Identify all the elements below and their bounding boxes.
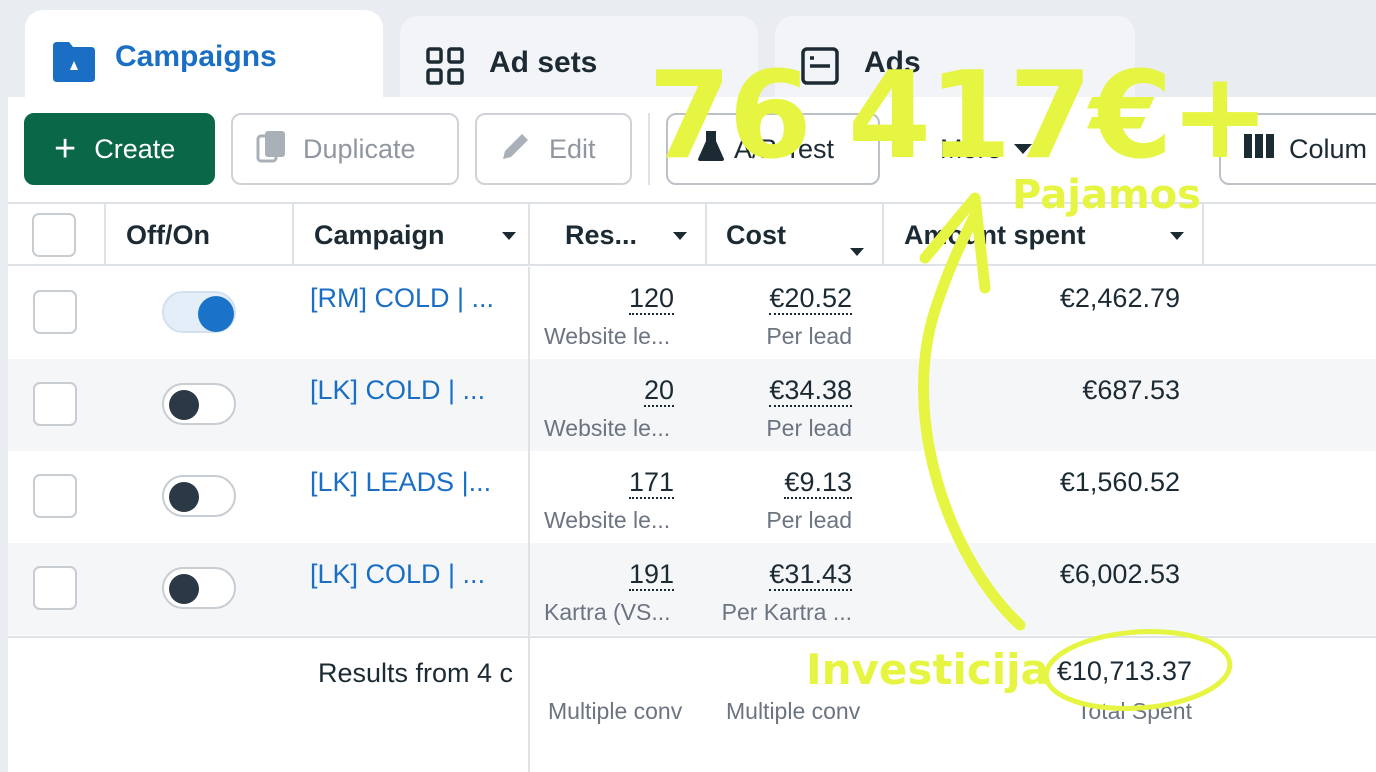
duplicate-button[interactable]: Duplicate xyxy=(231,113,459,185)
cost-value[interactable]: €20.52 xyxy=(769,283,852,315)
cost-type: Per lead xyxy=(766,323,852,349)
toggle-knob xyxy=(169,390,199,420)
campaign-name-link[interactable]: [LK] COLD | ... xyxy=(310,559,485,590)
sort-caret-icon xyxy=(850,248,864,256)
grid-icon xyxy=(425,46,471,90)
columns-label: Colum xyxy=(1289,133,1368,164)
revenue-annotation: 76 417€+ xyxy=(648,47,1270,186)
column-header-cost[interactable]: Cost xyxy=(726,204,876,266)
cost-type: Per lead xyxy=(766,415,852,441)
row-checkbox[interactable] xyxy=(33,474,77,518)
column-header-label: Campaign xyxy=(314,219,445,250)
summary-results-type: Multiple conv xyxy=(548,698,683,724)
campaign-name-link[interactable]: [LK] COLD | ... xyxy=(310,375,485,406)
sort-caret-icon xyxy=(502,232,516,240)
cost-value[interactable]: €9.13 xyxy=(784,467,852,499)
results-type: Website le... xyxy=(544,415,671,441)
table-row[interactable]: [LK] LEADS |... 171 Website le... €9.13 … xyxy=(8,451,1376,543)
amount-spent-value: €2,462.79 xyxy=(1059,283,1180,313)
row-checkbox[interactable] xyxy=(33,382,77,426)
duplicate-label: Duplicate xyxy=(303,133,416,164)
table-row[interactable]: [RM] COLD | ... 120 Website le... €20.52… xyxy=(8,267,1376,359)
amount-spent-value: €6,002.53 xyxy=(1059,559,1180,589)
folder-icon xyxy=(51,40,97,84)
toggle-knob xyxy=(198,296,234,332)
toggle-knob xyxy=(169,482,199,512)
campaign-name-link[interactable]: [LK] LEADS |... xyxy=(310,467,491,498)
total-spent-value: €10,713.37 xyxy=(1056,656,1192,686)
plus-icon: + xyxy=(54,128,77,170)
cost-type: Per Kartra ... xyxy=(721,599,852,625)
results-value[interactable]: 120 xyxy=(628,283,674,315)
create-button[interactable]: + Create xyxy=(24,113,215,185)
column-divider xyxy=(1202,204,1204,266)
pencil-icon xyxy=(499,129,533,170)
campaign-name-link[interactable]: [RM] COLD | ... xyxy=(310,283,494,314)
column-header-results[interactable]: Res... xyxy=(565,204,705,266)
campaign-toggle[interactable] xyxy=(162,291,236,333)
results-type: Kartra (VS... xyxy=(544,599,671,625)
table-row[interactable]: [LK] COLD | ... 191 Kartra (VS... €31.43… xyxy=(8,543,1376,635)
investment-label: Investicija xyxy=(806,645,1049,694)
amount-spent-value: €1,560.52 xyxy=(1059,467,1180,497)
create-label: Create xyxy=(94,133,176,164)
summary-cost-type: Multiple conv xyxy=(726,698,861,724)
duplicate-icon xyxy=(255,129,289,170)
revenue-label: Pajamos xyxy=(1012,172,1201,218)
column-header-label: Cost xyxy=(726,219,786,250)
sort-caret-icon xyxy=(1170,232,1184,240)
summary-row: Results from 4 c Multiple conv Multiple … xyxy=(8,636,1376,772)
edit-button[interactable]: Edit xyxy=(475,113,632,185)
total-spent-label: Total Spent xyxy=(1076,698,1192,724)
select-all-checkbox[interactable] xyxy=(32,213,76,257)
column-divider xyxy=(705,204,707,266)
summary-label: Results from 4 c xyxy=(318,658,514,688)
amount-spent-value: €687.53 xyxy=(1082,375,1180,405)
row-checkbox[interactable] xyxy=(33,566,77,610)
tab-campaigns[interactable]: Campaigns xyxy=(25,10,383,110)
results-value[interactable]: 20 xyxy=(643,375,674,407)
row-checkbox[interactable] xyxy=(33,290,77,334)
column-divider xyxy=(528,204,530,266)
column-divider xyxy=(292,204,294,266)
campaign-toggle[interactable] xyxy=(162,475,236,517)
sort-caret-icon xyxy=(673,232,687,240)
campaign-toggle[interactable] xyxy=(162,567,236,609)
edit-label: Edit xyxy=(549,133,596,164)
cost-value[interactable]: €34.38 xyxy=(769,375,852,407)
campaign-toggle[interactable] xyxy=(162,383,236,425)
column-divider xyxy=(104,204,106,266)
cost-value[interactable]: €31.43 xyxy=(769,559,852,591)
column-header-label: Res... xyxy=(565,219,638,250)
results-value[interactable]: 171 xyxy=(628,467,674,499)
column-header-off-on[interactable]: Off/On xyxy=(126,204,210,266)
cost-type: Per lead xyxy=(766,507,852,533)
tab-label: Campaigns xyxy=(115,40,277,73)
column-header-label: Amount spent xyxy=(904,219,1086,250)
results-type: Website le... xyxy=(544,507,671,533)
results-value[interactable]: 191 xyxy=(628,559,674,591)
results-type: Website le... xyxy=(544,323,671,349)
column-divider xyxy=(882,204,884,266)
tab-label: Ad sets xyxy=(489,46,598,79)
toggle-knob xyxy=(169,574,199,604)
table-row[interactable]: [LK] COLD | ... 20 Website le... €34.38 … xyxy=(8,359,1376,451)
column-header-campaign[interactable]: Campaign xyxy=(314,204,530,266)
